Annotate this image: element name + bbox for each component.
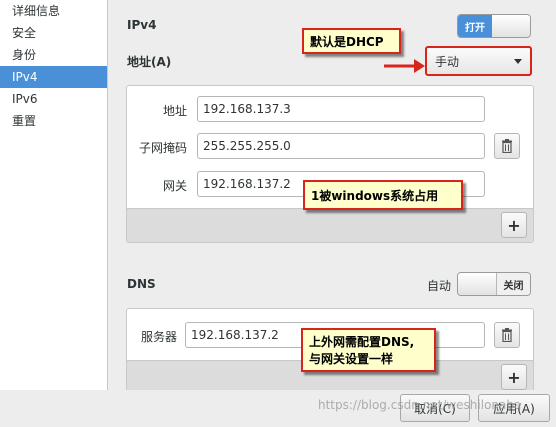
ipv4-method-dropdown[interactable]: 手动 bbox=[425, 46, 532, 76]
address-panel: 地址 192.168.137.3 子网掩码 255.255.255.0 网关 1… bbox=[126, 85, 534, 243]
dns-callout: 上外网需配置DNS, 与网关设置一样 bbox=[301, 328, 436, 372]
sidebar-item-identity[interactable]: 身份 bbox=[0, 44, 107, 66]
ipv4-method-value: 手动 bbox=[435, 54, 460, 69]
plus-icon: + bbox=[507, 367, 521, 387]
trash-icon bbox=[502, 139, 512, 153]
dhcp-callout-text: 默认是DHCP bbox=[310, 34, 384, 49]
ipv4-toggle-on-label: 打开 bbox=[458, 15, 492, 37]
sidebar-item-ipv6[interactable]: IPv6 bbox=[0, 88, 107, 110]
netmask-input[interactable]: 255.255.255.0 bbox=[197, 133, 485, 159]
chevron-down-icon bbox=[514, 58, 522, 64]
ipv4-toggle[interactable]: 打开 bbox=[457, 14, 531, 38]
sidebar-item-security[interactable]: 安全 bbox=[0, 22, 107, 44]
address-section-label: 地址(A) bbox=[127, 55, 172, 69]
delete-address-button[interactable] bbox=[494, 133, 520, 159]
dns-auto-toggle[interactable]: 关闭 bbox=[457, 272, 531, 296]
address-input[interactable]: 192.168.137.3 bbox=[197, 96, 485, 122]
dns-auto-label: 自动 bbox=[427, 279, 452, 293]
sidebar-item-ipv4[interactable]: IPv4 bbox=[0, 66, 107, 88]
gateway-callout-text: 1被windows系统占用 bbox=[311, 188, 439, 203]
dns-server-label: 服务器 bbox=[140, 330, 177, 344]
dns-toggle-knob bbox=[458, 273, 496, 295]
dhcp-callout: 默认是DHCP bbox=[302, 28, 401, 54]
watermark-text: https://blog.csdn.net/weshilonaba bbox=[318, 398, 522, 412]
ipv4-toggle-knob bbox=[492, 15, 530, 37]
address-panel-footer: + bbox=[127, 208, 533, 242]
gateway-label: 网关 bbox=[162, 179, 187, 193]
ipv4-title: IPv4 bbox=[127, 18, 157, 32]
gateway-callout: 1被windows系统占用 bbox=[303, 180, 463, 210]
sidebar-item-reset[interactable]: 重置 bbox=[0, 110, 107, 132]
delete-dns-button[interactable] bbox=[494, 322, 520, 348]
sidebar-item-details[interactable]: 详细信息 bbox=[0, 0, 107, 22]
dns-callout-line1: 上外网需配置DNS, bbox=[309, 335, 415, 349]
dns-callout-line2: 与网关设置一样 bbox=[309, 352, 394, 366]
netmask-label: 子网掩码 bbox=[138, 141, 187, 155]
trash-icon bbox=[502, 328, 512, 342]
arrow-right-icon bbox=[384, 59, 425, 73]
settings-sidebar: 详细信息 安全 身份 IPv4 IPv6 重置 bbox=[0, 0, 108, 390]
add-dns-button[interactable]: + bbox=[501, 364, 527, 390]
add-address-button[interactable]: + bbox=[501, 212, 527, 238]
dns-title: DNS bbox=[127, 277, 156, 291]
plus-icon: + bbox=[507, 215, 521, 235]
dns-toggle-off-label: 关闭 bbox=[496, 273, 530, 295]
address-label: 地址 bbox=[162, 104, 187, 118]
